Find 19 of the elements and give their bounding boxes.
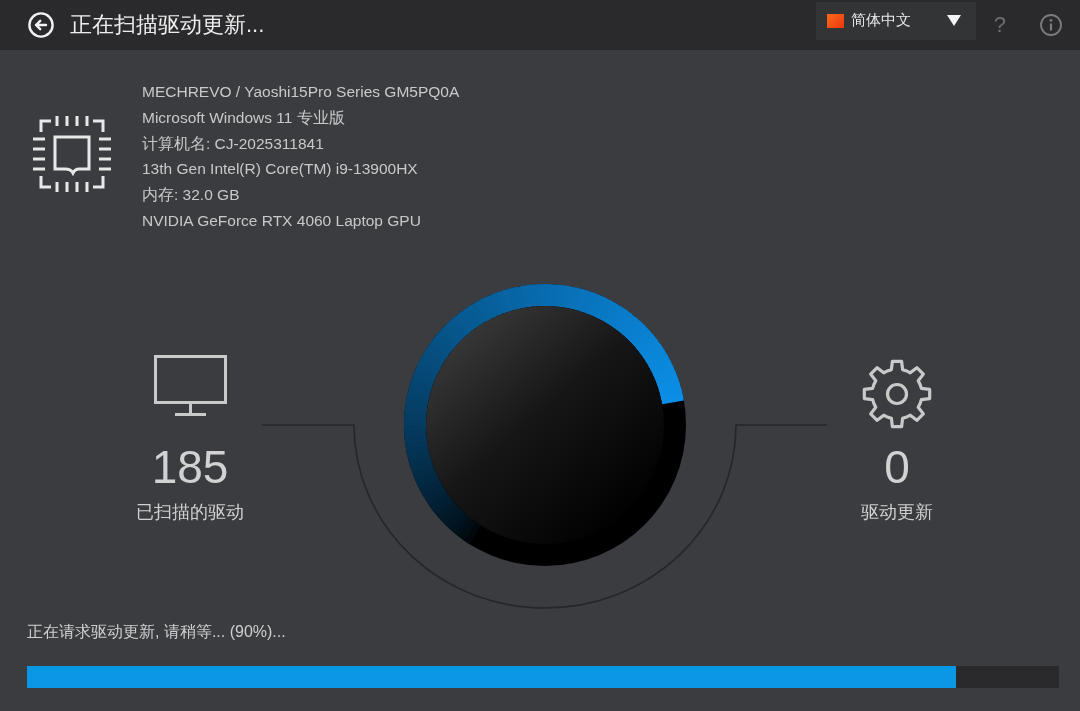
info-icon[interactable]	[1040, 14, 1062, 36]
os-name-text: Microsoft Windows 11 专业版	[142, 107, 346, 128]
gear-icon	[861, 358, 933, 430]
processor-text: 13th Gen Intel(R) Core(TM) i9-13900HX	[142, 159, 419, 180]
stat-label: 已扫描的驱动	[136, 501, 244, 524]
graphics-text: NVIDIA GeForce RTX 4060 Laptop GPU	[142, 211, 422, 231]
window-title: 正在扫描驱动更新...	[70, 11, 265, 39]
monitor-icon	[153, 355, 227, 417]
device-model-text: MECHREVO / Yaoshi15Pro Series GM5PQ0A	[142, 82, 460, 102]
stat-label: 驱动更新	[861, 501, 933, 524]
flag-icon	[826, 13, 844, 28]
status-message: 正在请求驱动更新, 请稍等... (90%)...	[27, 622, 287, 642]
stat-value: 0	[884, 441, 910, 493]
stat-value: 185	[151, 441, 229, 493]
memory-text: 内存: 32.0 GB	[142, 185, 241, 206]
caret-icon	[946, 15, 961, 26]
computer-name-text: 计算机名: CJ-2025311841	[142, 133, 325, 154]
back-icon[interactable]	[28, 12, 54, 38]
language-dropdown[interactable]: 简体中文	[815, 1, 976, 40]
